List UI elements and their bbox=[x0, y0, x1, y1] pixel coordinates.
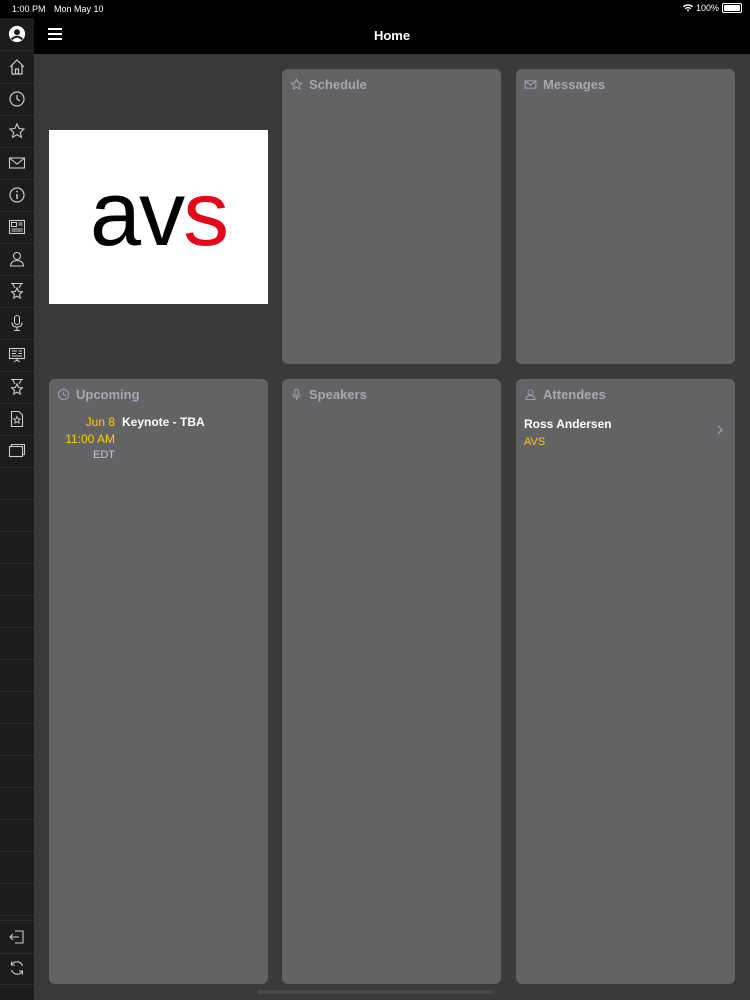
sidebar-empty-row bbox=[0, 787, 34, 820]
envelope-icon bbox=[8, 157, 26, 169]
sidebar-empty-row bbox=[0, 659, 34, 692]
windows-icon bbox=[8, 443, 26, 458]
sidebar-item-speakers[interactable] bbox=[0, 307, 34, 340]
sidebar-item-attendees[interactable] bbox=[0, 243, 34, 276]
people-icon bbox=[525, 389, 536, 401]
sidebar-empty-row bbox=[0, 851, 34, 884]
logout-button[interactable] bbox=[0, 920, 34, 954]
sidebar-empty-row bbox=[0, 563, 34, 596]
speakers-card[interactable]: Speakers bbox=[282, 379, 501, 984]
sidebar-item-favorites[interactable] bbox=[0, 403, 34, 436]
sidebar-item-home[interactable] bbox=[0, 51, 34, 84]
schedule-card-title: Schedule bbox=[309, 77, 367, 92]
attendee-organization: AVS bbox=[524, 436, 546, 448]
profile-button[interactable] bbox=[0, 18, 34, 51]
sidebar-empty-row bbox=[0, 723, 34, 756]
logo-text-red: s bbox=[183, 163, 229, 265]
refresh-button[interactable] bbox=[0, 952, 34, 985]
sidebar-item-messages[interactable] bbox=[0, 147, 34, 180]
people-icon bbox=[9, 251, 25, 267]
attendees-card[interactable]: Attendees Ross Andersen AVS bbox=[516, 379, 735, 984]
refresh-icon bbox=[10, 961, 24, 975]
speakers-card-title: Speakers bbox=[309, 387, 367, 402]
logout-icon bbox=[9, 930, 24, 944]
sidebar-empty-row bbox=[0, 499, 34, 532]
sidebar-empty-row bbox=[0, 531, 34, 564]
envelope-icon bbox=[524, 80, 537, 89]
attendees-card-title: Attendees bbox=[543, 387, 606, 402]
battery-icon bbox=[722, 3, 742, 13]
sidebar-item-schedule[interactable] bbox=[0, 115, 34, 148]
sidebar-item-sponsors[interactable] bbox=[0, 275, 34, 308]
star-icon bbox=[290, 78, 303, 91]
upcoming-card-title: Upcoming bbox=[76, 387, 140, 402]
event-timezone: EDT bbox=[93, 449, 115, 461]
schedule-card[interactable]: Schedule bbox=[282, 69, 501, 364]
upcoming-card[interactable]: Upcoming Jun 8 11:00 AM EDT Keynote - TB… bbox=[49, 379, 268, 984]
event-name: Keynote - TBA bbox=[122, 415, 205, 429]
sidebar-empty-row bbox=[0, 595, 34, 628]
presentation-icon bbox=[8, 347, 26, 363]
battery-percent: 100% bbox=[695, 3, 719, 13]
home-icon bbox=[9, 59, 25, 75]
sidebar-item-news[interactable] bbox=[0, 211, 34, 244]
wifi-icon bbox=[682, 4, 693, 12]
microphone-icon bbox=[292, 388, 301, 400]
navigation-bar: Home bbox=[34, 18, 750, 54]
event-day: Jun 8 bbox=[85, 415, 115, 429]
status-battery: 100% bbox=[682, 3, 742, 13]
clock-icon bbox=[57, 388, 70, 401]
star-icon bbox=[8, 122, 26, 139]
event-logo: avs bbox=[49, 130, 268, 304]
home-indicator[interactable] bbox=[258, 990, 492, 994]
award-star-icon bbox=[10, 282, 24, 300]
newspaper-icon bbox=[8, 219, 26, 235]
attendee-name: Ross Andersen bbox=[524, 417, 612, 431]
sidebar-empty-row bbox=[0, 627, 34, 660]
clock-icon bbox=[9, 91, 25, 107]
messages-card-title: Messages bbox=[543, 77, 606, 92]
messages-card[interactable]: Messages bbox=[516, 69, 735, 364]
chevron-right-icon bbox=[717, 425, 723, 435]
microphone-icon bbox=[11, 314, 23, 332]
sidebar-item-sessions[interactable] bbox=[0, 339, 34, 372]
status-date: Mon May 10 bbox=[54, 4, 104, 14]
info-icon bbox=[9, 187, 25, 203]
sidebar-item-windows[interactable] bbox=[0, 435, 34, 468]
status-time: 1:00 PM bbox=[12, 4, 46, 14]
sidebar bbox=[0, 18, 34, 1000]
event-time: 11:00 AM bbox=[65, 432, 115, 446]
logo-text-dark: av bbox=[89, 163, 185, 265]
award-star-icon bbox=[10, 378, 24, 396]
sidebar-empty-row bbox=[0, 819, 34, 852]
user-avatar-icon bbox=[8, 25, 26, 43]
sidebar-empty-row bbox=[0, 883, 34, 916]
document-star-icon bbox=[10, 410, 24, 428]
sidebar-item-upcoming[interactable] bbox=[0, 83, 34, 116]
sidebar-item-info[interactable] bbox=[0, 179, 34, 212]
sidebar-empty-row bbox=[0, 755, 34, 788]
status-bar: 1:00 PM Mon May 10 100% bbox=[0, 0, 750, 18]
sidebar-empty-row bbox=[0, 691, 34, 724]
page-title: Home bbox=[373, 28, 411, 43]
sidebar-item-exhibitors[interactable] bbox=[0, 371, 34, 404]
sidebar-empty-row bbox=[0, 467, 34, 500]
